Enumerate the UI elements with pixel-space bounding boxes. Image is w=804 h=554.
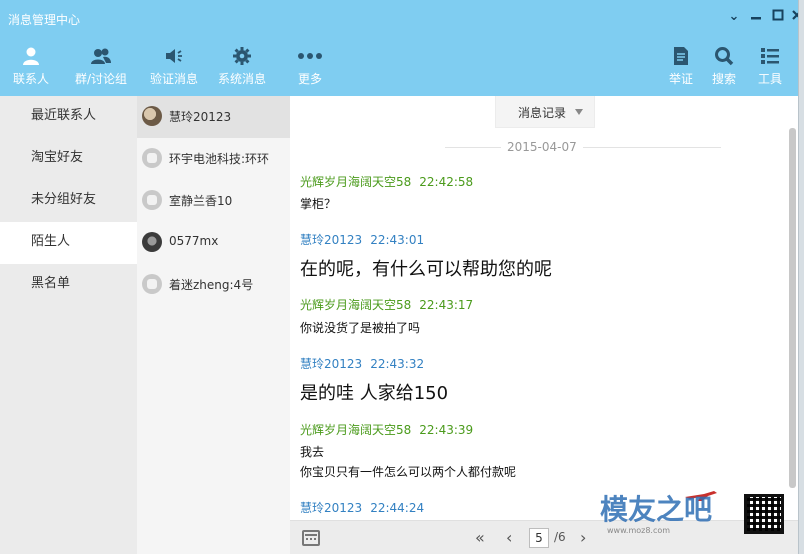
message-record-dropdown[interactable]: 消息记录 (495, 96, 595, 128)
category-ungrouped[interactable]: 未分组好友 (0, 180, 137, 222)
scroll-thumb[interactable] (789, 128, 796, 488)
message-time: 22:43:39 (419, 423, 474, 437)
contact-list: 慧玲20123 环宇电池科技:环环 室静兰香10 0577mx 着迷zheng:… (137, 96, 290, 554)
pagination-bar: « ‹ 5 /6 › (290, 520, 798, 554)
contact-item[interactable]: 0577mx (137, 222, 290, 264)
main-toolbar: 联系人 群/讨论组 验证消息 系统消息 更多 举证 搜索 工具 (0, 36, 798, 96)
toolbar-report[interactable]: 举证 (664, 36, 698, 96)
contact-name: 室静兰香10 (169, 194, 233, 208)
toolbar-groups[interactable]: 群/讨论组 (72, 36, 130, 96)
category-recent[interactable]: 最近联系人 (0, 96, 137, 138)
toolbar-label: 工具 (757, 72, 782, 86)
title-bar: 消息管理中心 ⌄ (0, 0, 802, 36)
chevron-down-icon[interactable]: ⌄ (726, 9, 742, 25)
message-text: 在的呢，有什么可以帮助您的呢 (300, 259, 552, 280)
category-blacklist[interactable]: 黑名单 (0, 264, 137, 306)
message-panel: 消息记录 2015-04-07 光辉岁月海阔天空58 22:42:58 掌柜？ 慧… (290, 96, 798, 554)
message-scrollbar[interactable] (786, 96, 798, 524)
search-icon (715, 47, 734, 66)
message-text: 我去 (300, 445, 325, 459)
page-total: /6 (554, 530, 566, 544)
watermark-logo: 模友之吧 (600, 493, 713, 526)
minimize-icon[interactable] (748, 9, 764, 25)
calendar-icon[interactable] (302, 530, 320, 546)
message-time: 22:42:58 (419, 175, 474, 189)
page-number-input[interactable]: 5 (529, 528, 549, 548)
contact-name: 着迷zheng:4号 (169, 278, 254, 292)
message-header: 慧玲20123 22:43:01 (300, 231, 424, 248)
message-header: 光辉岁月海阔天空58 22:43:39 (300, 421, 473, 438)
toolbar-tools[interactable]: 工具 (752, 36, 788, 96)
message-header: 光辉岁月海阔天空58 22:43:17 (300, 296, 473, 313)
category-strangers[interactable]: 陌生人 (0, 222, 137, 264)
message-text: 掌柜？ (300, 197, 337, 211)
toolbar-label: 更多 (297, 72, 322, 86)
watermark-url: www.moz8.com (607, 526, 671, 535)
gear-icon (233, 47, 251, 65)
message-text: 你宝贝只有一件怎么可以两个人都付款呢 (300, 465, 517, 479)
message-header: 慧玲20123 22:44:24 (300, 499, 424, 516)
toolbar-system-messages[interactable]: 系统消息 (214, 36, 270, 96)
message-header: 光辉岁月海阔天空58 22:42:58 (300, 173, 473, 190)
message-time: 22:43:01 (370, 233, 425, 247)
avatar (142, 190, 162, 210)
prev-page-button[interactable]: ‹ (506, 528, 512, 547)
contact-name: 慧玲20123 (169, 110, 232, 124)
contact-item[interactable]: 着迷zheng:4号 (137, 264, 290, 306)
contact-name: 0577mx (169, 234, 219, 248)
avatar (142, 148, 162, 168)
next-page-button[interactable]: › (580, 528, 586, 547)
speaker-icon (166, 49, 182, 63)
maximize-icon[interactable] (770, 9, 786, 25)
toolbar-label: 群/讨论组 (74, 72, 128, 86)
category-list: 最近联系人 淘宝好友 未分组好友 陌生人 黑名单 (0, 96, 137, 554)
message-header: 慧玲20123 22:43:32 (300, 355, 424, 372)
toolbar-label: 验证消息 (149, 72, 198, 86)
sender-name: 慧玲20123 (300, 501, 363, 515)
toolbar-contacts[interactable]: 联系人 (6, 36, 56, 96)
date-divider (445, 147, 721, 148)
avatar (142, 232, 162, 252)
message-text: 是的哇 人家给150 (300, 383, 449, 404)
background-window-edge (798, 0, 804, 554)
contact-name: 环宇电池科技:环环 (169, 152, 270, 166)
toolbar-label: 联系人 (12, 72, 49, 86)
sender-name: 光辉岁月海阔天空58 (300, 298, 412, 312)
toolbar-more[interactable]: 更多 (290, 36, 330, 96)
window-title: 消息管理中心 (8, 13, 81, 27)
toolbar-label: 系统消息 (217, 72, 266, 86)
toolbar-search[interactable]: 搜索 (706, 36, 742, 96)
sender-name: 光辉岁月海阔天空58 (300, 175, 412, 189)
avatar (142, 106, 162, 126)
document-icon (674, 47, 688, 65)
toolbar-label: 举证 (668, 72, 693, 86)
toolbar-label: 搜索 (711, 72, 736, 86)
contact-item[interactable]: 室静兰香10 (137, 180, 290, 222)
tools-list-icon (761, 48, 779, 64)
sender-name: 慧玲20123 (300, 233, 363, 247)
sender-name: 光辉岁月海阔天空58 (300, 423, 412, 437)
message-time: 22:43:32 (370, 357, 425, 371)
category-taobao-friends[interactable]: 淘宝好友 (0, 138, 137, 180)
more-icon (298, 53, 322, 59)
person-icon (23, 47, 39, 65)
group-icon (91, 48, 111, 64)
message-text: 你说没货了是被拍了吗 (300, 321, 421, 335)
dropdown-label: 消息记录 (518, 106, 567, 120)
message-time: 22:43:17 (419, 298, 474, 312)
toolbar-verification[interactable]: 验证消息 (146, 36, 202, 96)
message-time: 22:44:24 (370, 501, 425, 515)
contact-item[interactable]: 环宇电池科技:环环 (137, 138, 290, 180)
avatar (142, 274, 162, 294)
date-separator: 2015-04-07 (501, 140, 583, 154)
contact-item[interactable]: 慧玲20123 (137, 96, 290, 138)
qr-code-icon (744, 494, 784, 534)
caret-down-icon (575, 109, 583, 115)
first-page-button[interactable]: « (475, 528, 485, 547)
sender-name: 慧玲20123 (300, 357, 363, 371)
